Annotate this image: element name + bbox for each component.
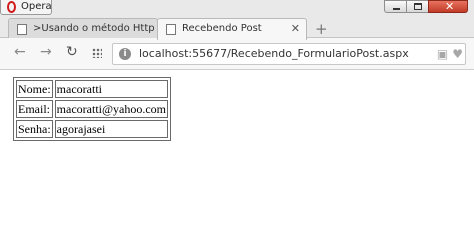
page-icon <box>166 24 176 35</box>
close-window-button[interactable]: ✕ <box>428 0 468 13</box>
back-arrow-icon[interactable]: ← <box>14 44 26 60</box>
camera-icon[interactable]: ▣ <box>437 47 448 61</box>
tab-title: Recebendo Post <box>182 23 262 34</box>
close-icon: ✕ <box>445 0 455 13</box>
reload-icon[interactable]: ↻ <box>66 44 78 60</box>
field-label: Email: <box>16 100 53 118</box>
field-value: macoratti@yahoo.com <box>54 100 169 118</box>
speed-dial-icon[interactable] <box>92 48 102 58</box>
heart-icon[interactable]: ♥ <box>452 47 463 61</box>
close-tab-icon[interactable]: ✕ <box>291 22 300 35</box>
table-row: Nome: macoratti <box>16 80 169 98</box>
window-titlebar: Opera ✕ <box>0 0 474 16</box>
new-tab-icon[interactable]: + <box>315 20 328 38</box>
url-text[interactable]: localhost:55677/Recebendo_FormularioPost… <box>139 47 409 60</box>
opera-logo-icon <box>7 1 16 13</box>
table-row: Senha: agorajasei <box>16 120 169 138</box>
address-bar[interactable]: i localhost:55677/Recebendo_FormularioPo… <box>112 43 466 65</box>
field-value: agorajasei <box>54 120 169 138</box>
field-label: Senha: <box>16 120 53 138</box>
maximize-icon <box>414 3 422 10</box>
forward-arrow-icon[interactable]: → <box>40 44 52 60</box>
window-controls: ✕ <box>384 0 468 13</box>
opera-menu-button[interactable]: Opera <box>0 0 52 15</box>
opera-menu-label: Opera <box>21 1 52 12</box>
tab-title: >Usando o método Http Post <box>33 23 157 34</box>
table-row: Email: macoratti@yahoo.com <box>16 100 169 118</box>
field-label: Nome: <box>16 80 53 98</box>
submitted-data-table: Nome: macoratti Email: macoratti@yahoo.c… <box>13 77 172 141</box>
address-bar-tools: ▣ ♥ <box>437 47 463 61</box>
minimize-button[interactable] <box>384 0 407 13</box>
site-info-icon[interactable]: i <box>119 48 131 60</box>
maximize-button[interactable] <box>406 0 429 13</box>
field-value: macoratti <box>54 80 169 98</box>
page-icon <box>17 24 27 35</box>
tab-strip: >Usando o método Http Post Recebendo Pos… <box>0 16 474 40</box>
minimize-icon <box>393 8 400 10</box>
tab-recebendo-post[interactable]: Recebendo Post ✕ <box>157 18 307 40</box>
page-content: Nome: macoratti Email: macoratti@yahoo.c… <box>0 71 474 242</box>
tab-usando-metodo[interactable]: >Usando o método Http Post <box>8 18 158 39</box>
navigation-toolbar: ← → ↻ i localhost:55677/Recebendo_Formul… <box>0 38 474 70</box>
